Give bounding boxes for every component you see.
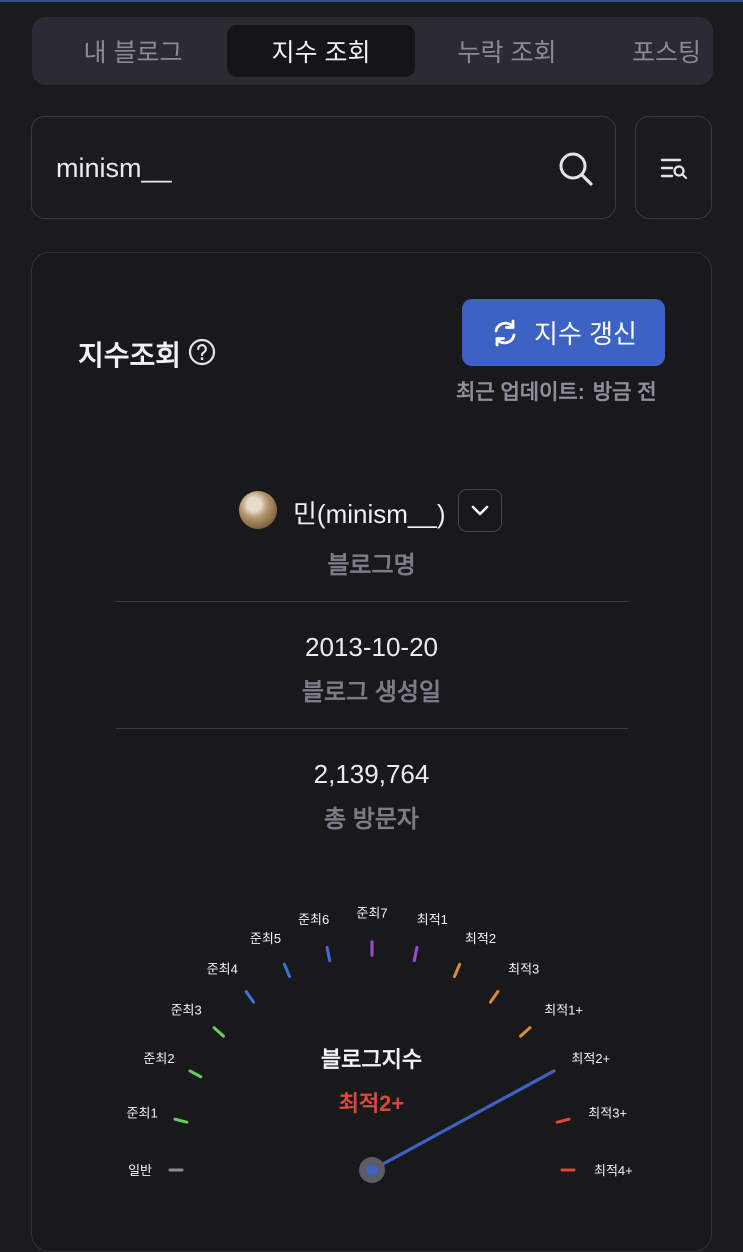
gauge-tick: [244, 990, 256, 1004]
list-search-icon: [660, 158, 687, 179]
help-icon[interactable]: [188, 338, 216, 366]
search-input[interactable]: [54, 145, 538, 191]
total-visitors-label: 총 방문자: [324, 806, 419, 833]
gauge-tick: [282, 962, 292, 979]
tab-my-blog[interactable]: 내 블로그: [48, 25, 218, 77]
refresh-icon: [494, 319, 516, 346]
created-date: 2013-10-20: [305, 632, 438, 662]
gauge-tick: [173, 1117, 189, 1124]
divider: [116, 601, 628, 602]
gauge-level-label: 최적3: [508, 962, 539, 977]
refresh-button-label: 지수 갱신: [534, 319, 637, 349]
gauge-level-label: 최적1+: [544, 1002, 583, 1017]
gauge-level-label: 준최7: [356, 905, 387, 920]
gauge-level-label: 준최5: [250, 931, 281, 946]
gauge-tick: [212, 1026, 225, 1038]
blog-name-label: 블로그명: [327, 552, 416, 579]
gauge-tick: [519, 1026, 532, 1038]
card-title: 지수조회: [78, 340, 182, 371]
tab-bar: 내 블로그 지수 조회 누락 조회 포스팅: [32, 17, 713, 85]
gauge-tick: [412, 945, 419, 963]
chevron-down-icon: [471, 505, 489, 515]
gauge-level-label: 최적4+: [594, 1163, 633, 1178]
total-visitors: 2,139,764: [313, 759, 430, 789]
gauge-level-label: 최적2: [465, 931, 496, 946]
tab-missing-lookup[interactable]: 누락 조회: [422, 25, 592, 77]
search-filter-button[interactable]: [635, 116, 712, 219]
blog-select-dropdown[interactable]: [458, 489, 502, 532]
gauge-tick: [452, 962, 462, 979]
gauge-value: 최적2+: [338, 1091, 405, 1116]
search-box: [31, 116, 616, 219]
gauge-level-label: 준최4: [207, 962, 238, 977]
created-date-label: 블로그 생성일: [301, 679, 442, 706]
divider: [116, 728, 628, 729]
gauge-hub-center: [366, 1164, 378, 1176]
tab-index-lookup[interactable]: 지수 조회: [227, 25, 415, 77]
last-update-label: 최근 업데이트:: [456, 381, 585, 404]
last-update-value: 방금 전: [592, 381, 657, 404]
gauge-level-label: 준최6: [298, 912, 329, 927]
blog-name: 민(minism__): [293, 499, 446, 529]
gauge-tick: [488, 990, 500, 1004]
gauge-level-label: 최적1: [417, 912, 448, 927]
last-update: 최근 업데이트: 방금 전: [456, 376, 657, 406]
gauge-tick: [555, 1117, 571, 1124]
avatar: [239, 491, 277, 529]
gauge-level-label: 준최3: [171, 1002, 202, 1017]
refresh-index-button[interactable]: 지수 갱신: [462, 299, 665, 366]
gauge-level-label: 일반: [128, 1163, 152, 1178]
top-accent-line: [0, 0, 743, 2]
tab-posting[interactable]: 포스팅: [632, 25, 713, 77]
search-icon[interactable]: [557, 150, 595, 188]
gauge-title: 블로그지수: [320, 1047, 423, 1072]
gauge-tick: [325, 945, 332, 963]
